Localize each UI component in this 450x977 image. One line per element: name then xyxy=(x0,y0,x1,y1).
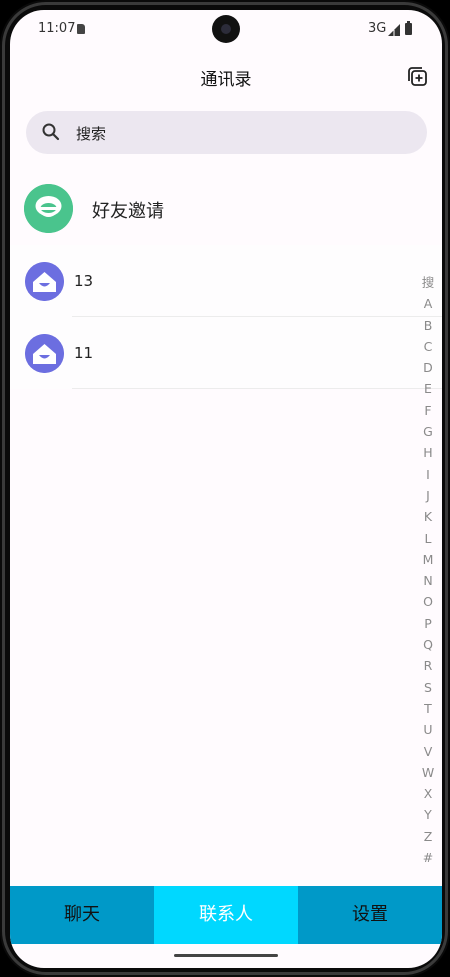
index-letter[interactable]: I xyxy=(416,464,440,485)
tab-contacts[interactable]: 联系人 xyxy=(154,886,298,944)
contact-item[interactable]: 11 xyxy=(10,317,442,389)
index-letter[interactable]: X xyxy=(416,783,440,804)
tab-settings[interactable]: 设置 xyxy=(298,886,442,944)
contact-avatar-icon xyxy=(25,334,64,373)
index-letter[interactable]: H xyxy=(416,442,440,463)
index-letter[interactable]: Y xyxy=(416,804,440,825)
contact-name: 13 xyxy=(74,272,94,290)
tab-chat[interactable]: 聊天 xyxy=(10,886,154,944)
signal-icon xyxy=(388,24,400,36)
index-letter[interactable]: Z xyxy=(416,826,440,847)
index-letter[interactable]: G xyxy=(416,421,440,442)
search-placeholder: 搜索 xyxy=(76,125,107,143)
header: 通讯录 xyxy=(10,55,442,99)
friend-invite-item[interactable]: 好友邀请 xyxy=(10,180,442,236)
index-letter[interactable]: Q xyxy=(416,634,440,655)
search-icon xyxy=(42,123,60,141)
sim-card-icon xyxy=(77,24,85,34)
search-input[interactable]: 搜索 xyxy=(26,111,427,154)
index-letter[interactable]: F xyxy=(416,400,440,421)
friend-invite-label: 好友邀请 xyxy=(92,201,164,222)
index-letter[interactable]: O xyxy=(416,591,440,612)
index-letter-hash[interactable]: # xyxy=(416,847,440,868)
index-letter[interactable]: T xyxy=(416,698,440,719)
index-letter[interactable]: K xyxy=(416,506,440,527)
page-title: 通讯录 xyxy=(200,70,252,90)
home-indicator[interactable] xyxy=(174,954,278,957)
index-letter[interactable]: R xyxy=(416,655,440,676)
camera-cutout xyxy=(212,15,240,43)
bottom-nav: 聊天 联系人 设置 xyxy=(10,886,442,944)
index-letter[interactable]: D xyxy=(416,357,440,378)
status-time: 11:07 xyxy=(38,21,76,36)
add-contact-icon[interactable] xyxy=(406,65,430,89)
battery-icon xyxy=(405,21,412,35)
friend-invite-icon xyxy=(24,184,73,233)
index-letter[interactable]: B xyxy=(416,315,440,336)
index-letter-search[interactable]: 搜 xyxy=(416,272,440,293)
index-letter[interactable]: P xyxy=(416,613,440,634)
contact-item[interactable]: 13 xyxy=(10,245,442,317)
index-letter[interactable]: E xyxy=(416,378,440,399)
index-letter[interactable]: L xyxy=(416,528,440,549)
index-letter[interactable]: V xyxy=(416,741,440,762)
contact-name: 11 xyxy=(74,344,94,362)
alphabet-index-bar[interactable]: 搜 A B C D E F G H I J K L M N O P Q R S … xyxy=(416,272,440,868)
index-letter[interactable]: W xyxy=(416,762,440,783)
network-type: 3G xyxy=(368,21,387,36)
status-bar: 11:07 3G xyxy=(10,10,442,48)
index-letter[interactable]: A xyxy=(416,293,440,314)
screen: 11:07 3G 通讯录 搜索 好友邀请 13 11 搜 A B C D E F… xyxy=(10,10,442,968)
contact-list: 13 11 xyxy=(10,245,442,389)
divider xyxy=(72,388,442,389)
index-letter[interactable]: M xyxy=(416,549,440,570)
index-letter[interactable]: C xyxy=(416,336,440,357)
index-letter[interactable]: S xyxy=(416,677,440,698)
index-letter[interactable]: J xyxy=(416,485,440,506)
phone-frame: 11:07 3G 通讯录 搜索 好友邀请 13 11 搜 A B C D E F… xyxy=(0,0,450,977)
index-letter[interactable]: N xyxy=(416,570,440,591)
index-letter[interactable]: U xyxy=(416,719,440,740)
contact-avatar-icon xyxy=(25,262,64,301)
